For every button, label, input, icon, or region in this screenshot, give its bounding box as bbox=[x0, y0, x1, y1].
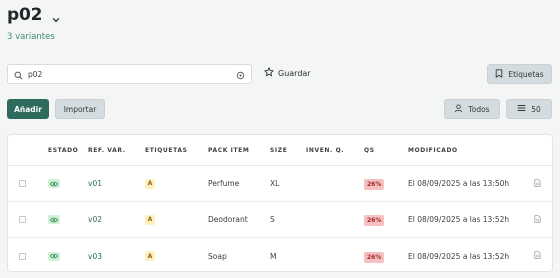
eye-icon bbox=[48, 215, 60, 224]
col-modificado[interactable]: MODIFICADO bbox=[408, 147, 458, 154]
etiquetas-label: Etiquetas bbox=[508, 69, 544, 79]
status-badge bbox=[48, 179, 60, 188]
tag-label: A bbox=[145, 251, 155, 261]
document-icon[interactable] bbox=[534, 214, 541, 225]
qs-badge: 26% bbox=[364, 179, 385, 190]
clear-icon[interactable] bbox=[236, 65, 245, 84]
page-size-button[interactable]: 50 bbox=[506, 99, 552, 119]
tag-badge: A bbox=[145, 214, 155, 225]
user-icon bbox=[454, 103, 463, 115]
status-badge bbox=[48, 251, 60, 261]
size-value: M bbox=[270, 251, 277, 261]
pack-item: Soap bbox=[208, 251, 227, 261]
qs-value: 26% bbox=[364, 251, 385, 263]
eye-icon bbox=[48, 251, 60, 261]
modified-date: El 08/09/2025 a las 13:50h bbox=[408, 179, 510, 188]
modified-date: El 08/09/2025 a las 13:52h bbox=[408, 215, 510, 224]
col-size[interactable]: SIZE bbox=[270, 147, 287, 154]
row-checkbox[interactable] bbox=[19, 252, 26, 260]
document-icon[interactable] bbox=[534, 178, 541, 189]
search-input[interactable]: p02 bbox=[7, 64, 252, 84]
col-estado[interactable]: ESTADO bbox=[48, 147, 78, 154]
bookmark-icon bbox=[495, 68, 503, 80]
document-icon[interactable] bbox=[534, 251, 541, 261]
variant-ref-link[interactable]: v01 bbox=[88, 179, 102, 188]
add-label: Añadir bbox=[14, 104, 42, 114]
variant-count: 3 variantes bbox=[7, 32, 55, 42]
table-header: ESTADO REF. VAR. ETIQUETAS PACK ITEM SIZ… bbox=[8, 135, 552, 166]
filter-all-label: Todos bbox=[468, 104, 490, 114]
table-row[interactable]: v02 A Deodorant S 26% El 08/09/2025 a la… bbox=[8, 202, 552, 238]
page-header: p02 bbox=[7, 4, 61, 26]
chevron-down-icon[interactable] bbox=[51, 10, 61, 23]
search-icon bbox=[14, 65, 23, 84]
list-icon bbox=[517, 104, 526, 114]
variants-table: ESTADO REF. VAR. ETIQUETAS PACK ITEM SIZ… bbox=[7, 134, 553, 272]
import-label: Importar bbox=[63, 104, 97, 114]
variant-ref-link[interactable]: v03 bbox=[88, 252, 102, 261]
col-qs[interactable]: QS bbox=[364, 147, 375, 154]
size-value: S bbox=[270, 215, 275, 224]
variant-ref-link[interactable]: v02 bbox=[88, 215, 102, 224]
table-row[interactable]: v03 A Soap M 26% El 08/09/2025 a las 13:… bbox=[8, 238, 552, 274]
tag-badge: A bbox=[145, 178, 155, 189]
save-search-label: Guardar bbox=[278, 68, 311, 78]
pack-item: Perfume bbox=[208, 179, 240, 188]
save-search-button[interactable]: Guardar bbox=[264, 67, 311, 79]
tag-badge: A bbox=[145, 251, 155, 261]
qs-value: 26% bbox=[364, 179, 385, 190]
row-checkbox[interactable] bbox=[19, 180, 26, 187]
qs-value: 26% bbox=[364, 215, 385, 226]
col-ref[interactable]: REF. VAR. bbox=[88, 147, 126, 154]
tag-label: A bbox=[145, 178, 155, 189]
col-inven[interactable]: INVEN. Q. bbox=[306, 147, 344, 154]
import-button[interactable]: Importar bbox=[55, 99, 105, 119]
table-row[interactable]: v01 A Perfume XL 26% El 08/09/2025 a las… bbox=[8, 166, 552, 202]
page-title: p02 bbox=[7, 5, 43, 25]
row-checkbox[interactable] bbox=[19, 216, 26, 223]
qs-badge: 26% bbox=[364, 251, 385, 263]
add-button[interactable]: Añadir bbox=[7, 99, 49, 119]
etiquetas-button[interactable]: Etiquetas bbox=[487, 64, 552, 84]
filter-all-button[interactable]: Todos bbox=[444, 99, 500, 119]
modified-date: El 08/09/2025 a las 13:52h bbox=[408, 251, 510, 261]
col-etiquetas[interactable]: ETIQUETAS bbox=[145, 147, 188, 154]
qs-badge: 26% bbox=[364, 215, 385, 226]
pack-item: Deodorant bbox=[208, 215, 248, 224]
search-value[interactable]: p02 bbox=[28, 70, 231, 79]
page-size-label: 50 bbox=[531, 104, 541, 114]
eye-icon bbox=[48, 179, 60, 188]
star-icon bbox=[264, 67, 274, 79]
col-pack[interactable]: PACK ITEM bbox=[208, 147, 249, 154]
status-badge bbox=[48, 215, 60, 224]
tag-label: A bbox=[145, 214, 155, 225]
size-value: XL bbox=[270, 179, 280, 188]
